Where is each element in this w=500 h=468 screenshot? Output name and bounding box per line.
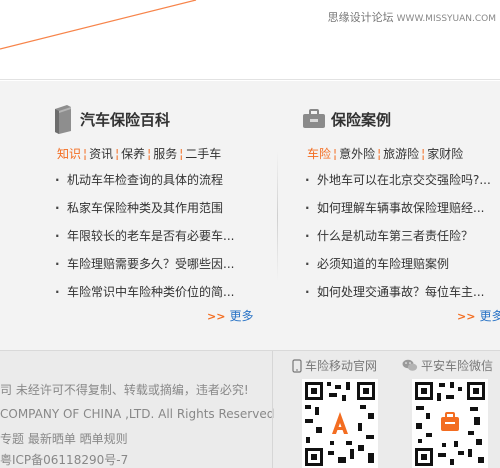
tab-maintenance[interactable]: 保养 [121, 147, 145, 161]
encyclopedia-header: 汽车保险百科 [52, 103, 170, 135]
phone-icon [292, 358, 302, 373]
copyright-notice: 司 未经许可不得复制、转载或摘编，违者必究! [0, 383, 249, 397]
cases-more-link[interactable]: >> 更多 [457, 307, 500, 324]
encyclopedia-article-list: 机动车年检查询的具体的流程 私家车保险种类及其作用范围 年限较长的老车是否有必要… [52, 170, 234, 310]
top-banner: 思缘设计论坛 WWW.MISSYUAN.COM [0, 0, 500, 80]
section-divider [277, 151, 278, 281]
article-link[interactable]: 如何处理交通事故？每位车主... [302, 282, 491, 310]
article-link[interactable]: 如何理解车辆事故保险理赔经... [302, 198, 491, 226]
tab-separator: ¦ [179, 147, 184, 161]
article-link[interactable]: 机动车年检查询的具体的流程 [52, 170, 234, 198]
encyclopedia-tabs: 知识 ¦ 资讯 ¦ 保养 ¦ 服务 ¦ 二手车 [57, 145, 221, 162]
tab-separator: ¦ [147, 147, 152, 161]
article-link[interactable]: 车险常识中车险种类价位的简... [52, 282, 234, 310]
wechat-qr-block: 平安车险微信 [402, 357, 493, 468]
mobile-site-label-text: 车险移动官网 [305, 359, 378, 373]
tab-used-car[interactable]: 二手车 [185, 147, 221, 161]
footer-links[interactable]: 专题 最新晒单 晒单规则 [0, 430, 128, 447]
mobile-site-qr-code[interactable] [302, 379, 378, 468]
footer: 司 未经许可不得复制、转载或摘编，违者必究! COMPANY OF CHINA … [0, 350, 500, 468]
more-label: 更多 [479, 309, 500, 323]
icp-license: 粤ICP备06118290号-7 [0, 453, 129, 467]
watermark-text: 思缘设计论坛 [327, 11, 394, 24]
tab-home-insurance[interactable]: 家财险 [427, 147, 463, 161]
encyclopedia-title: 汽车保险百科 [80, 110, 171, 129]
book-icon [55, 105, 71, 134]
double-chevron-right-icon: >> [457, 310, 476, 323]
copyright-english: COMPANY OF CHINA ,LTD. All Rights Reserv… [0, 407, 275, 421]
tab-service[interactable]: 服务 [153, 147, 177, 161]
cases-article-list: 外地车可以在北京交交强险吗?... 如何理解车辆事故保险理赔经... 什么是机动… [302, 170, 491, 310]
article-link[interactable]: 私家车保险种类及其作用范围 [52, 198, 234, 226]
watermark-url: WWW.MISSYUAN.COM [396, 14, 496, 24]
watermark: 思缘设计论坛 WWW.MISSYUAN.COM [328, 9, 496, 25]
tab-travel-insurance[interactable]: 旅游险 [383, 147, 419, 161]
article-link[interactable]: 必须知道的车险理赔案例 [302, 254, 491, 282]
tab-separator: ¦ [377, 147, 382, 161]
article-link[interactable]: 外地车可以在北京交交强险吗?... [302, 170, 491, 198]
mobile-site-label: 车险移动官网 [292, 357, 377, 374]
wechat-label: 平安车险微信 [402, 357, 493, 374]
article-link[interactable]: 年限较长的老车是否有必要车... [52, 226, 234, 254]
cases-tabs: 车险 ¦ 意外险 ¦ 旅游险 ¦ 家财险 [307, 145, 463, 162]
briefcase-icon [303, 109, 325, 128]
tab-auto-insurance[interactable]: 车险 [307, 147, 331, 161]
tab-separator: ¦ [83, 147, 88, 161]
wechat-qr-code[interactable] [412, 379, 488, 468]
more-label: 更多 [229, 309, 254, 323]
wechat-icon [402, 359, 418, 371]
content-area: 汽车保险百科 知识¦资讯¦保养¦服务¦二手车 机动车年检查询的具体的流程 私家车… [0, 81, 500, 350]
cases-header: 保险案例 [302, 103, 391, 135]
tab-separator: ¦ [115, 147, 120, 161]
tab-accident-insurance[interactable]: 意外险 [339, 147, 375, 161]
double-chevron-right-icon: >> [207, 310, 226, 323]
mobile-site-qr-block: 车险移动官网 [292, 357, 378, 468]
tab-separator: ¦ [333, 147, 338, 161]
article-link[interactable]: 什么是机动车第三者责任险？ [302, 226, 491, 254]
wechat-label-text: 平安车险微信 [421, 359, 494, 373]
encyclopedia-more-link[interactable]: >> 更多 [207, 307, 253, 324]
tab-separator: ¦ [421, 147, 426, 161]
footer-divider [272, 351, 273, 468]
tab-knowledge[interactable]: 知识 [57, 147, 81, 161]
decorative-orange-line [0, 0, 197, 50]
cases-title: 保险案例 [331, 110, 392, 129]
tab-news[interactable]: 资讯 [89, 147, 113, 161]
article-link[interactable]: 车险理赔需要多久？受哪些因... [52, 254, 234, 282]
